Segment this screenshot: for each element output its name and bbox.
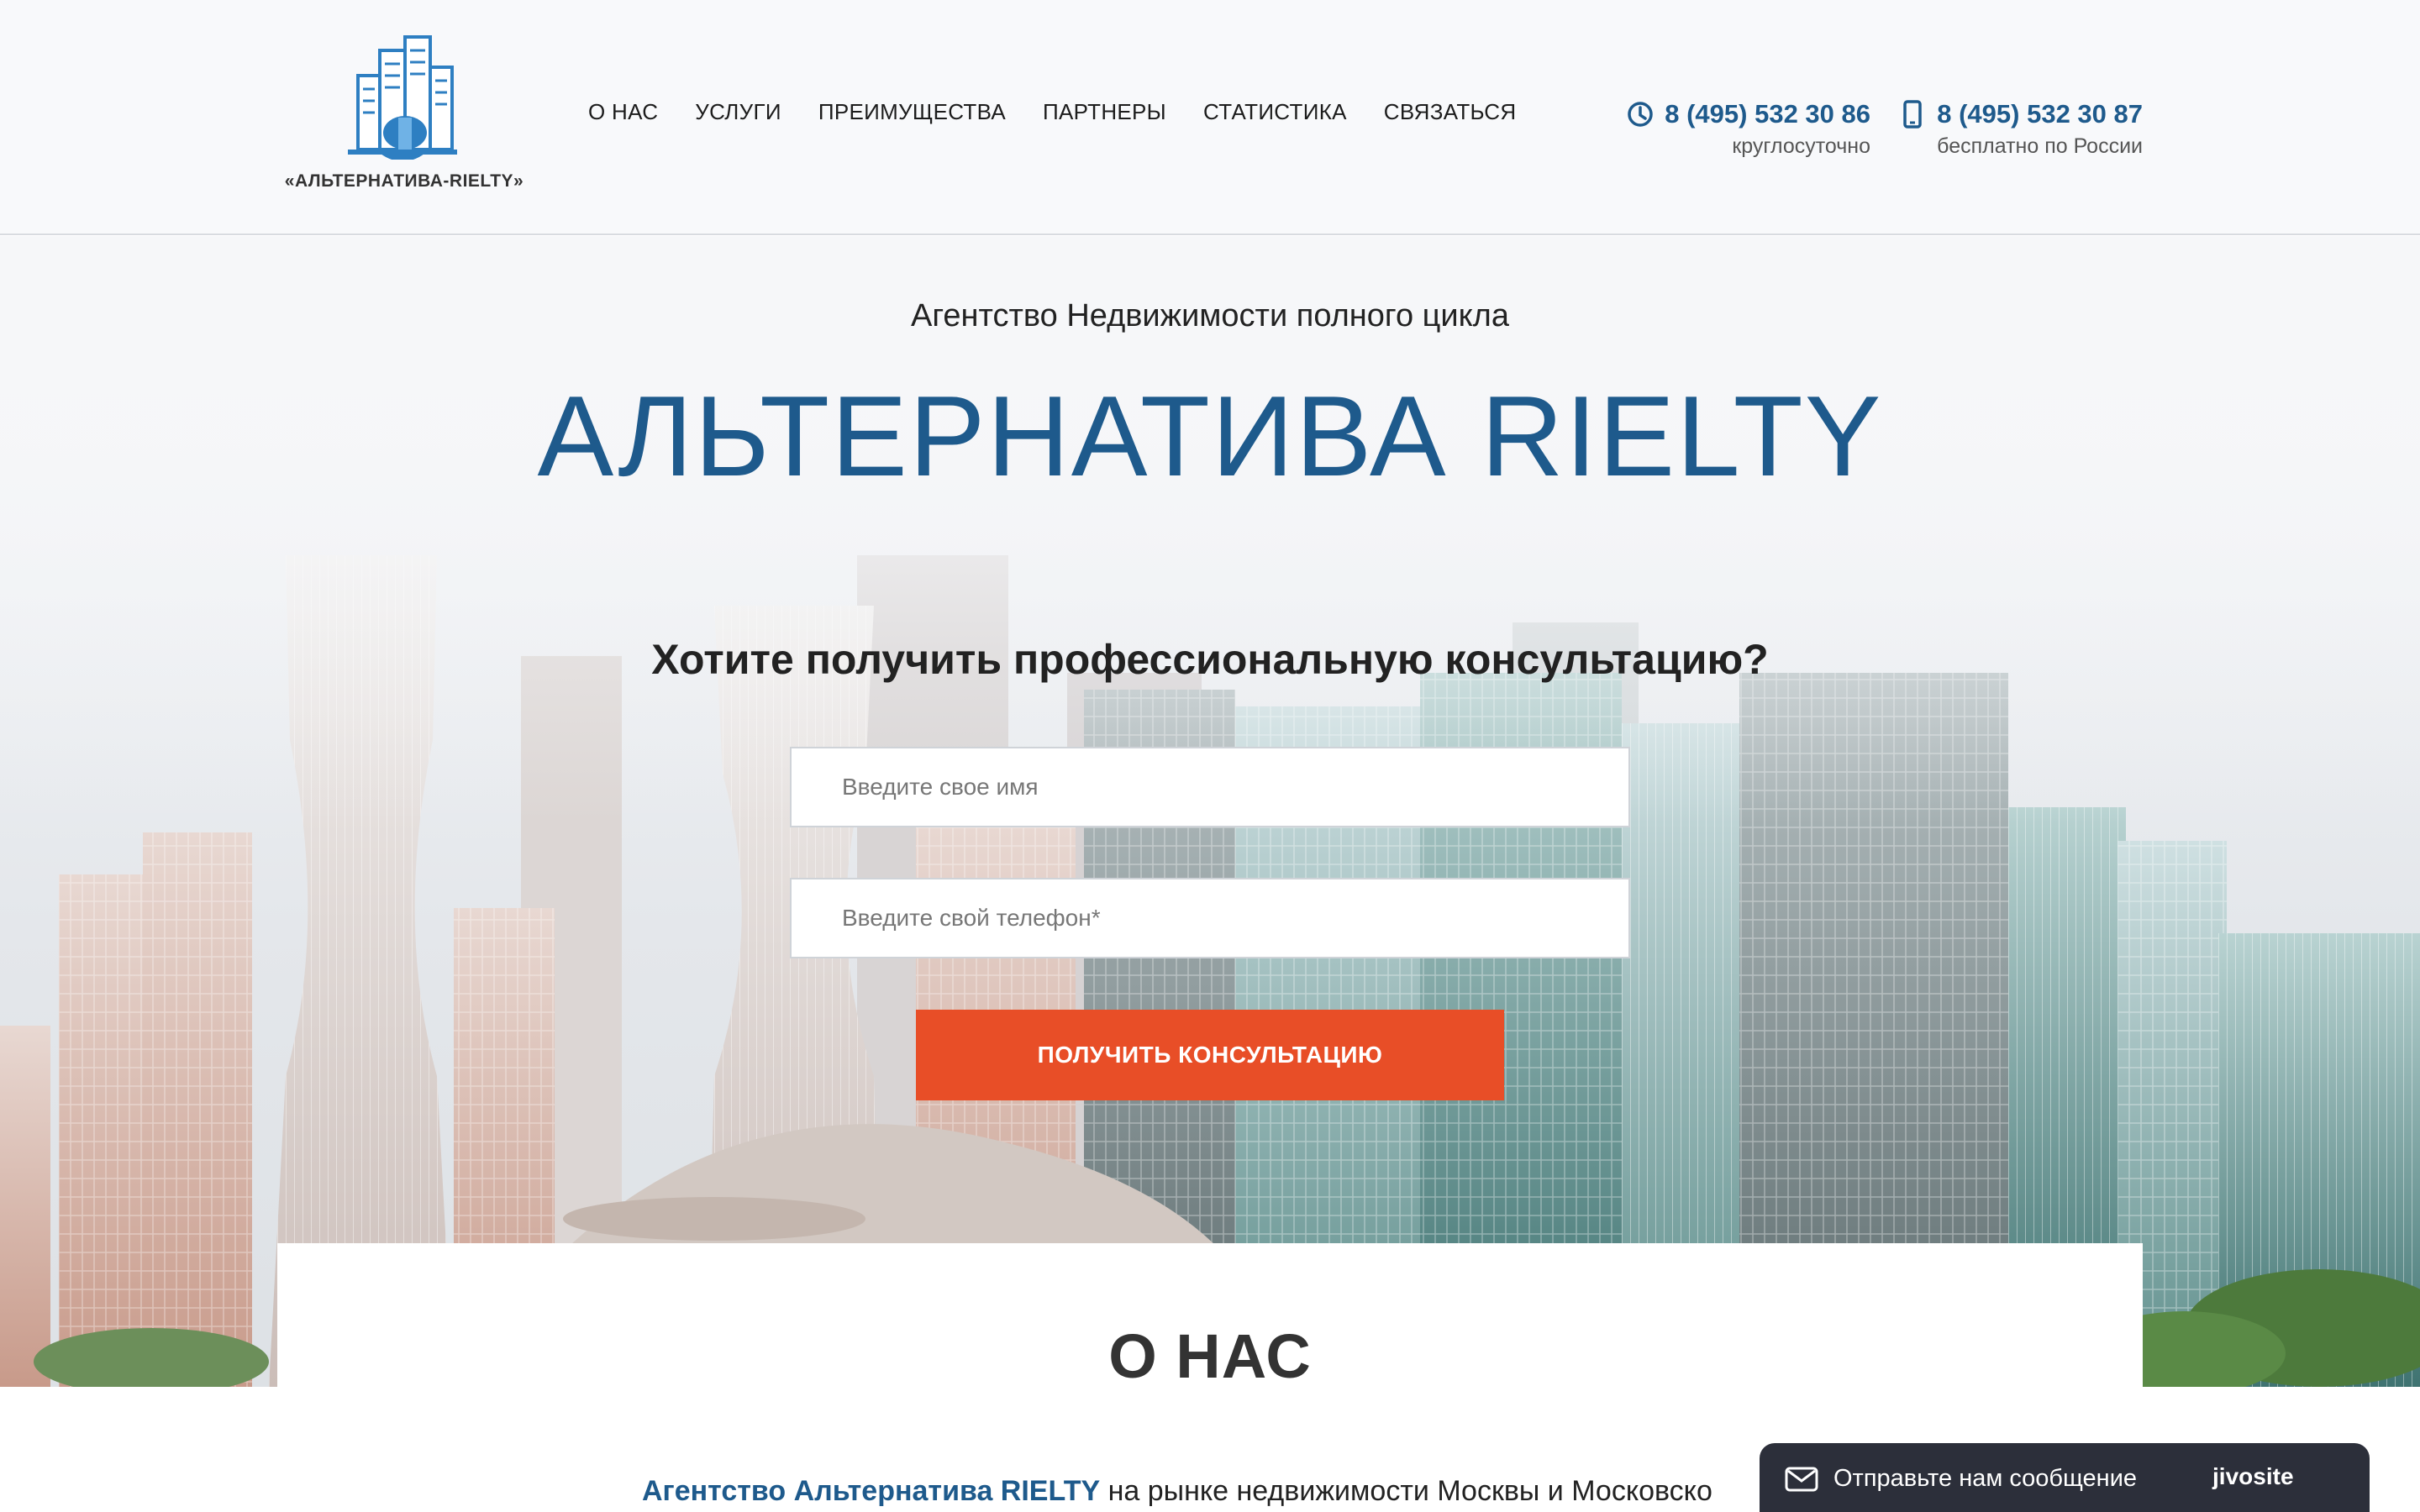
hero-subtitle: Агентство Недвижимости полного цикла <box>911 298 1509 333</box>
phone-block-24h: 8 (495) 532 30 86 круглосуточно <box>1605 99 1870 159</box>
about-intro-rest: на рынке недвижимости Москвы и Московско <box>1100 1475 1712 1507</box>
chat-brand-logo: jivosite <box>2212 1463 2294 1489</box>
logo[interactable]: «АЛЬТЕРНАТИВА-RIELTY» <box>282 34 526 202</box>
about-title: О НАС <box>1108 1321 1312 1391</box>
hero-section: Агентство Недвижимости полного цикла АЛЬ… <box>0 236 2420 1387</box>
nav-item-services[interactable]: УСЛУГИ <box>695 99 781 125</box>
about-intro-text: Агентство Альтернатива RIELTY на рынке н… <box>642 1475 1712 1508</box>
phone-note-free: бесплатно по России <box>1937 134 2143 158</box>
name-input[interactable] <box>790 747 1630 827</box>
phone-note-24h: круглосуточно <box>1732 134 1870 158</box>
chat-widget[interactable]: Отправьте нам сообщение jivosite <box>1760 1443 2370 1512</box>
nav-item-partners[interactable]: ПАРТНЕРЫ <box>1043 99 1166 125</box>
hero-title: АЛЬТЕРНАТИВА RIELTY <box>537 372 1883 500</box>
about-brand-name: Агентство Альтернатива RIELTY <box>642 1475 1101 1507</box>
main-nav: О НАС УСЛУГИ ПРЕИМУЩЕСТВА ПАРТНЕРЫ СТАТИ… <box>588 99 1516 125</box>
site-header: «АЛЬТЕРНАТИВА-RIELTY» О НАС УСЛУГИ ПРЕИМ… <box>0 0 2420 235</box>
logo-building-icon <box>348 35 457 160</box>
nav-item-statistics[interactable]: СТАТИСТИКА <box>1203 99 1347 125</box>
chat-label[interactable]: Отправьте нам сообщение <box>1833 1465 2137 1493</box>
phone-block-free: 8 (495) 532 30 87 бесплатно по России <box>1886 99 2143 159</box>
phone-input[interactable] <box>790 878 1630 958</box>
logo-text: «АЛЬТЕРНАТИВА-RIELTY» <box>284 171 524 191</box>
mobile-phone-icon <box>1903 100 1922 129</box>
phone-number-24h[interactable]: 8 (495) 532 30 86 <box>1665 99 1870 129</box>
consultation-question: Хотите получить профессиональную консуль… <box>651 636 1769 683</box>
mail-icon <box>1785 1467 1818 1492</box>
clock-icon <box>1628 102 1653 127</box>
nav-item-contact[interactable]: СВЯЗАТЬСЯ <box>1384 99 1517 125</box>
phone-number-free[interactable]: 8 (495) 532 30 87 <box>1937 99 2143 129</box>
nav-item-advantages[interactable]: ПРЕИМУЩЕСТВА <box>818 99 1006 125</box>
get-consultation-button[interactable]: ПОЛУЧИТЬ КОНСУЛЬТАЦИЮ <box>916 1010 1504 1100</box>
nav-item-about[interactable]: О НАС <box>588 99 658 125</box>
